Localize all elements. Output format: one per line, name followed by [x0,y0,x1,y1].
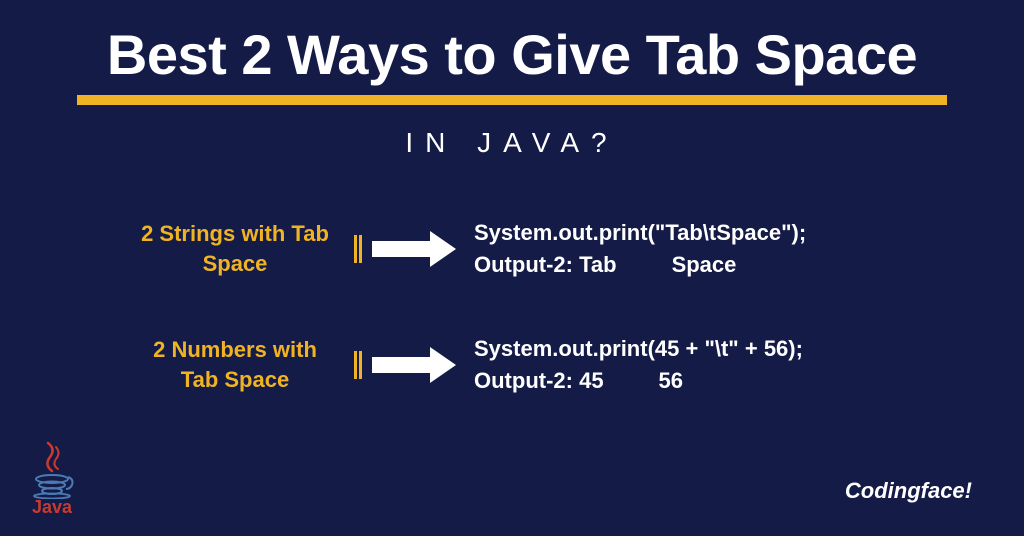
example-row: 2 Numbers with Tab Space System.out.prin… [140,333,1024,397]
content-area: 2 Strings with Tab Space System.out.prin… [0,217,1024,397]
code-block: System.out.print(45 + "\t" + 56); Output… [474,333,803,397]
arrow-icon [354,231,456,267]
code-block: System.out.print("Tab\tSpace"); Output-2… [474,217,806,281]
java-logo-text: Java [32,497,72,518]
brand-text: Codingface! [845,478,972,504]
example-row: 2 Strings with Tab Space System.out.prin… [140,217,1024,281]
arrow-icon [354,347,456,383]
subtitle: IN JAVA? [0,127,1024,159]
java-logo: Java [28,441,76,518]
row-label: 2 Numbers with Tab Space [140,335,330,394]
title-underline [77,95,947,105]
java-icon [28,441,76,499]
row-label: 2 Strings with Tab Space [140,219,330,278]
page-title: Best 2 Ways to Give Tab Space [0,0,1024,87]
